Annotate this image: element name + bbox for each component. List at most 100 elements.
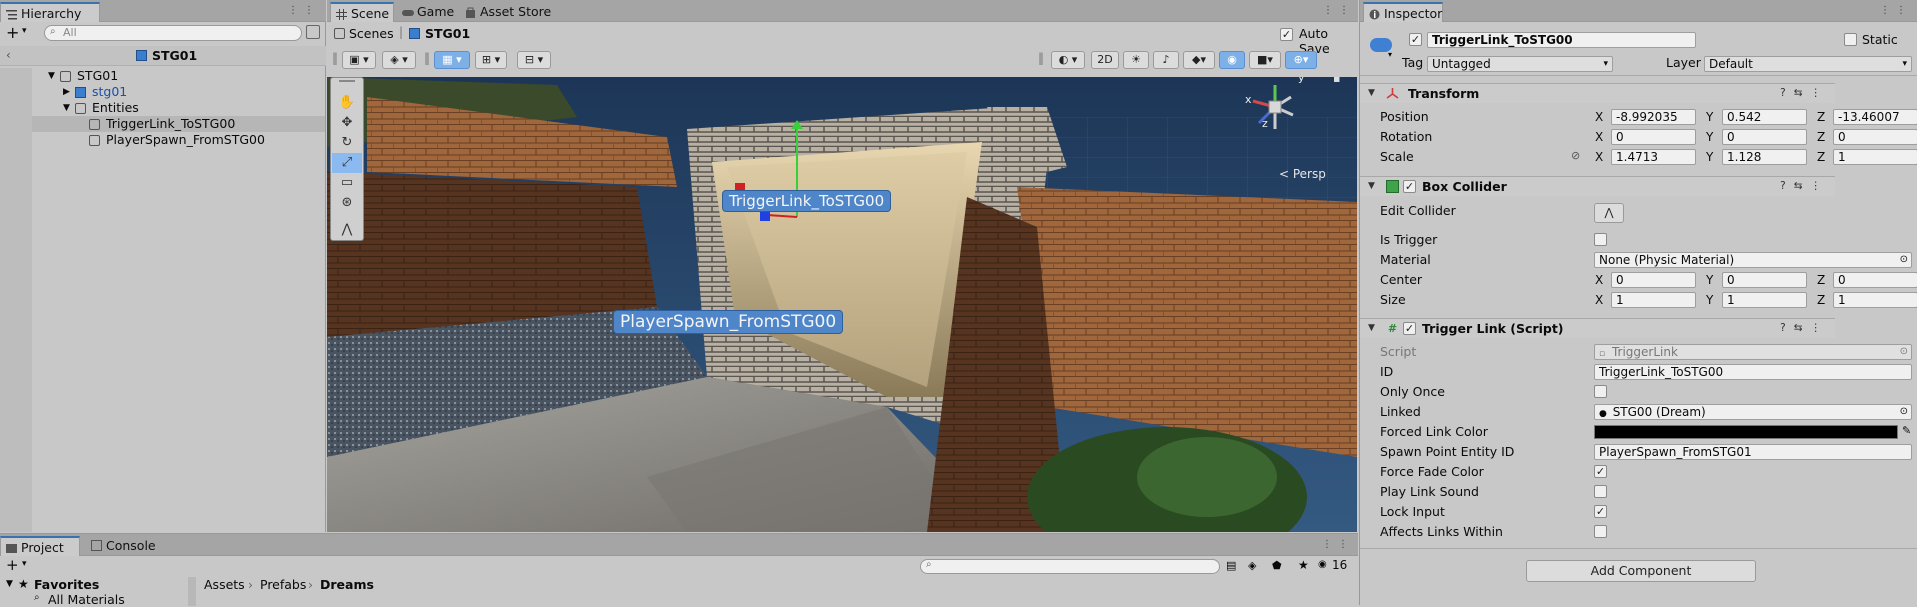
box-collider-enabled-checkbox[interactable]: ✓ — [1403, 180, 1416, 193]
tag-dropdown[interactable]: Untagged ▾ — [1427, 56, 1613, 72]
object-name-field[interactable]: TriggerLink_ToSTG00 — [1427, 32, 1696, 48]
chevron-down-icon[interactable]: ▾ — [22, 559, 27, 569]
shading-button[interactable]: ◐ ▾ — [1051, 51, 1085, 69]
lock-icon[interactable]: ▪ — [1333, 77, 1340, 85]
toggle-2d-button[interactable]: 2D — [1091, 51, 1119, 69]
center-z-field[interactable]: 0 — [1833, 272, 1917, 288]
auto-save-checkbox[interactable]: ✓ — [1280, 28, 1293, 41]
add-icon[interactable]: + — [6, 556, 19, 574]
tree-item-entities[interactable]: ▼ Entities — [0, 100, 325, 116]
hierarchy-scene-header[interactable]: ‹ STG01 — [0, 46, 326, 66]
scene-label-playerspawn[interactable]: PlayerSpawn_FromSTG00 — [613, 310, 844, 334]
move-tool-button[interactable]: ✥ — [332, 113, 362, 133]
snap-button[interactable]: ⊞ ▾ — [475, 51, 507, 69]
center-y-field[interactable]: 0 — [1722, 272, 1807, 288]
tab-game[interactable]: Game — [397, 2, 457, 22]
tree-item-playerspawn[interactable]: PlayerSpawn_FromSTG00 — [0, 132, 325, 148]
breadcrumb-prefabs[interactable]: Prefabs — [260, 577, 306, 592]
draw-mode-button[interactable]: ▣ ▾ — [342, 51, 376, 69]
hand-tool-button[interactable]: ✋ — [332, 93, 362, 113]
object-picker-icon[interactable]: ⊙ — [1900, 405, 1908, 419]
scene-tab-icons[interactable]: ⋮⋮ — [1323, 5, 1355, 16]
layer-dropdown[interactable]: Default ▾ — [1704, 56, 1912, 72]
increment-snap-button[interactable]: ⊟ ▾ — [517, 51, 551, 69]
eyedropper-icon[interactable]: ✎ — [1902, 424, 1911, 437]
chevron-down-icon[interactable]: ▾ — [1388, 50, 1392, 59]
render-mode-button[interactable]: ◈ ▾ — [382, 51, 416, 69]
link-icon[interactable]: ⊘ — [1571, 149, 1580, 162]
scale-tool-button[interactable]: ⤢ — [332, 153, 362, 173]
camera-button[interactable]: ■▾ — [1249, 51, 1281, 69]
expand-arrow-icon[interactable]: ▼ — [63, 100, 70, 116]
affects-links-within-checkbox[interactable] — [1594, 525, 1607, 538]
hierarchy-search-input[interactable]: ⌕ All — [44, 25, 302, 41]
trigger-link-header[interactable]: ▼ # ✓ Trigger Link (Script) ?⇆⋮ — [1360, 318, 1835, 338]
rotate-tool-button[interactable]: ↻ — [332, 133, 362, 153]
box-collider-header[interactable]: ▼ ✓ Box Collider ?⇆⋮ — [1360, 176, 1835, 196]
object-picker-icon[interactable]: ⊙ — [1900, 253, 1908, 267]
trigger-link-enabled-checkbox[interactable]: ✓ — [1403, 322, 1416, 335]
expand-arrow-icon[interactable]: ▼ — [6, 579, 13, 589]
scrollbar[interactable] — [188, 577, 196, 606]
search-options-icon[interactable] — [306, 25, 320, 39]
scale-z-field[interactable]: 1 — [1833, 149, 1917, 165]
add-component-button[interactable]: Add Component — [1526, 560, 1756, 582]
chevron-down-icon[interactable]: ▾ — [22, 26, 27, 36]
project-tab-icons[interactable]: ⋮⋮ — [1322, 539, 1354, 550]
edit-collider-button[interactable]: ⋀ — [1594, 203, 1624, 223]
component-menu-icons[interactable]: ?⇆⋮ — [1780, 87, 1829, 99]
component-menu-icons[interactable]: ?⇆⋮ — [1780, 180, 1829, 192]
expand-arrow-icon[interactable]: ▼ — [1368, 181, 1375, 191]
tab-console[interactable]: Console — [86, 536, 166, 556]
lighting-button[interactable]: ☀ — [1123, 51, 1149, 69]
rect-tool-button[interactable]: ▭ — [332, 173, 362, 193]
position-x-field[interactable]: -8.992035 — [1611, 109, 1696, 125]
grid-toggle-button[interactable]: ▦ ▾ — [434, 51, 470, 69]
favorite-icon[interactable]: ★ — [1298, 558, 1309, 572]
tag-icon[interactable]: ⬟ — [1272, 559, 1282, 572]
breadcrumb-assets[interactable]: Assets — [204, 577, 245, 592]
size-z-field[interactable]: 1 — [1833, 292, 1917, 308]
force-fade-color-checkbox[interactable]: ✓ — [1594, 465, 1607, 478]
tab-hierarchy[interactable]: Hierarchy — [0, 2, 100, 22]
scene-viewport[interactable]: TriggerLink_ToSTG00 PlayerSpawn_FromSTG0… — [327, 77, 1357, 532]
gizmos-button[interactable]: ⊕▾ — [1285, 51, 1317, 69]
breadcrumb-scene[interactable]: STG01 — [425, 26, 470, 41]
tab-scene[interactable]: Scene — [330, 2, 394, 22]
id-field[interactable]: TriggerLink_ToSTG00 — [1594, 364, 1912, 380]
size-y-field[interactable]: 1 — [1722, 292, 1807, 308]
favorites-label[interactable]: Favorites — [34, 577, 99, 592]
hidden-objects-button[interactable]: ◉ — [1219, 51, 1245, 69]
size-x-field[interactable]: 1 — [1611, 292, 1696, 308]
breadcrumb-scenes[interactable]: Scenes — [349, 26, 394, 41]
static-checkbox[interactable] — [1844, 33, 1857, 46]
play-link-sound-checkbox[interactable] — [1594, 485, 1607, 498]
tab-inspector[interactable]: Inspector — [1363, 2, 1443, 22]
persp-label[interactable]: < Persp — [1279, 167, 1326, 181]
back-icon[interactable]: ‹ — [6, 48, 11, 62]
expand-arrow-icon[interactable]: ▼ — [48, 68, 55, 84]
expand-arrow-icon[interactable]: ▼ — [1368, 323, 1375, 333]
expand-arrow-icon[interactable]: ▼ — [1368, 88, 1375, 98]
is-trigger-checkbox[interactable] — [1594, 233, 1607, 246]
expand-arrow-icon[interactable]: ▶ — [63, 84, 70, 100]
lock-input-checkbox[interactable]: ✓ — [1594, 505, 1607, 518]
scene-label-triggerlink[interactable]: TriggerLink_ToSTG00 — [722, 190, 892, 212]
transform-header[interactable]: ▼ Transform ?⇆⋮ — [1360, 83, 1835, 103]
tree-item-stg01-root[interactable]: ▼ STG01 — [0, 68, 325, 84]
only-once-checkbox[interactable] — [1594, 385, 1607, 398]
tab-asset-store[interactable]: Asset Store — [460, 2, 560, 22]
position-y-field[interactable]: 0.542 — [1722, 109, 1807, 125]
center-x-field[interactable]: 0 — [1611, 272, 1696, 288]
rotation-y-field[interactable]: 0 — [1722, 129, 1807, 145]
search-by-type-icon[interactable]: ▤ — [1226, 559, 1236, 572]
forced-link-color-swatch[interactable] — [1594, 425, 1898, 439]
component-menu-icons[interactable]: ?⇆⋮ — [1780, 322, 1829, 334]
inspector-tab-icons[interactable]: ⋮⋮ — [1880, 5, 1912, 16]
tree-item-triggerlink[interactable]: TriggerLink_ToSTG00 — [0, 116, 325, 132]
position-z-field[interactable]: -13.46007 — [1833, 109, 1917, 125]
scale-x-field[interactable]: 1.4713 — [1611, 149, 1696, 165]
scale-y-field[interactable]: 1.128 — [1722, 149, 1807, 165]
project-search-input[interactable]: ⌕ — [920, 559, 1220, 574]
tab-project[interactable]: Project — [0, 536, 80, 556]
